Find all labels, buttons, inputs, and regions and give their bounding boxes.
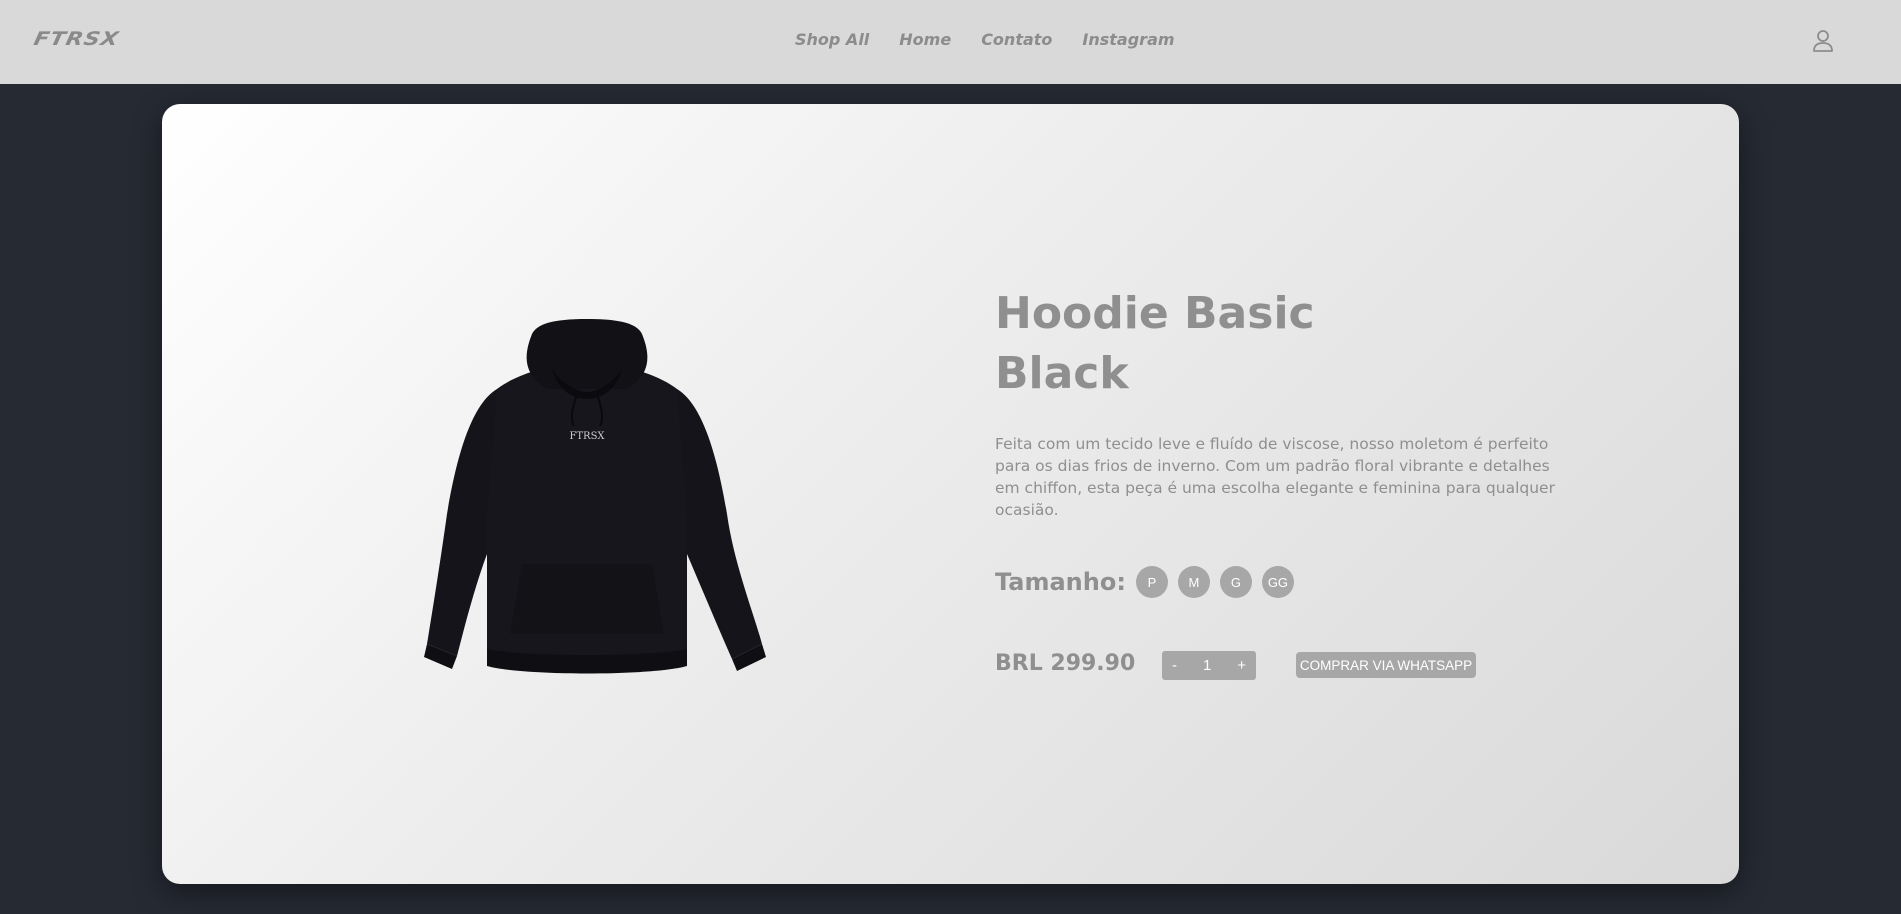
size-option-g[interactable]: G bbox=[1219, 566, 1252, 598]
size-selector: Tamanho: P M G GG bbox=[995, 566, 1304, 598]
quantity-increase-button[interactable]: + bbox=[1237, 657, 1246, 674]
size-option-m[interactable]: M bbox=[1177, 566, 1210, 598]
quantity-decrease-button[interactable]: - bbox=[1172, 657, 1177, 674]
site-header: FTRSX Shop All Home Contato Instagram bbox=[0, 0, 1901, 84]
quantity-value[interactable]: 1 bbox=[1203, 657, 1211, 674]
nav-instagram[interactable]: Instagram bbox=[1082, 30, 1174, 49]
hoodie-print: FTRSX bbox=[569, 431, 605, 442]
nav-home[interactable]: Home bbox=[899, 30, 951, 49]
nav-shop-all[interactable]: Shop All bbox=[795, 30, 869, 49]
buy-whatsapp-button[interactable]: COMPRAR VIA WHATSAPP bbox=[1296, 652, 1476, 678]
size-option-gg[interactable]: GG bbox=[1261, 566, 1294, 598]
brand-logo[interactable]: FTRSX bbox=[32, 29, 121, 50]
user-icon[interactable] bbox=[1812, 29, 1834, 53]
product-price: BRL 299.90 bbox=[995, 651, 1136, 676]
quantity-stepper: - 1 + bbox=[1162, 651, 1256, 680]
product-card: FTRSX Hoodie Basic Black Feita com um te… bbox=[162, 104, 1739, 884]
hoodie-image: FTRSX bbox=[424, 319, 766, 674]
main-nav: Shop All Home Contato Instagram bbox=[795, 30, 1175, 49]
size-option-p[interactable]: P bbox=[1135, 566, 1168, 598]
size-label: Tamanho: bbox=[995, 568, 1126, 596]
nav-contato[interactable]: Contato bbox=[981, 30, 1052, 49]
product-title: Hoodie Basic Black bbox=[995, 288, 1315, 399]
product-description: Feita com um tecido leve e fluído de vis… bbox=[995, 435, 1555, 519]
